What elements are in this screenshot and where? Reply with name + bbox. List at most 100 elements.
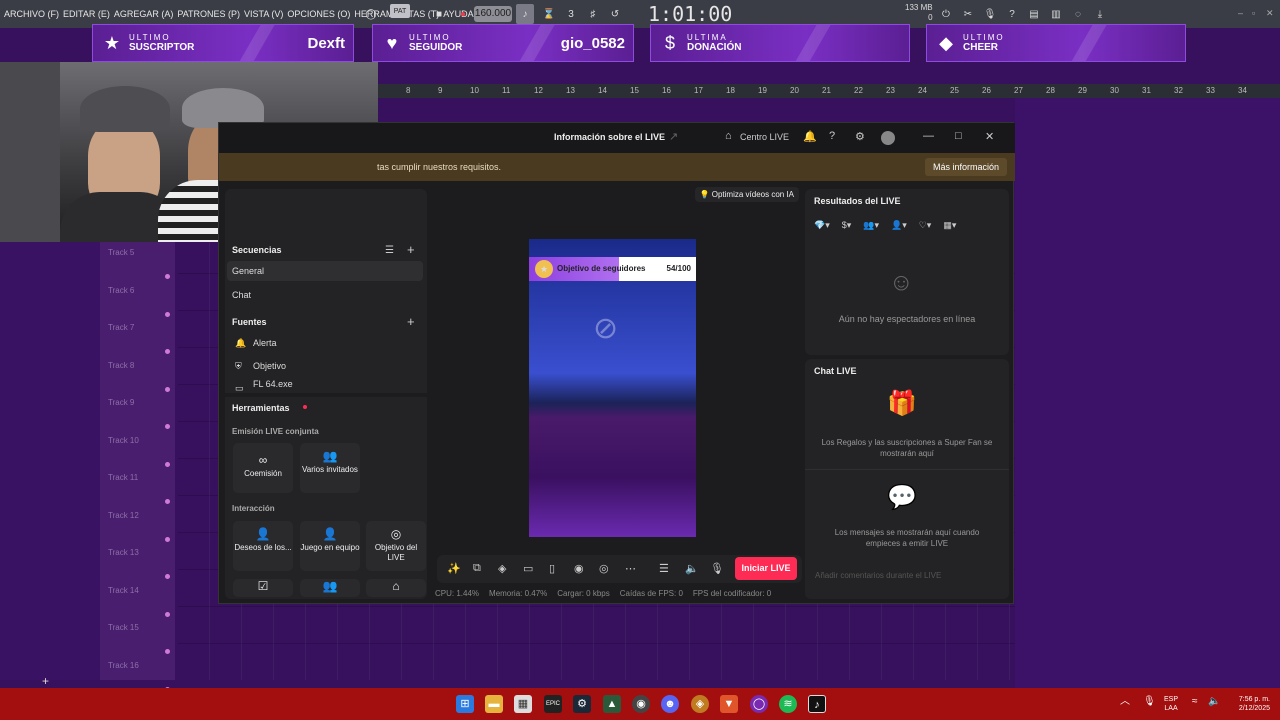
countdown-icon[interactable]: 3 bbox=[562, 4, 580, 24]
heart-icon[interactable]: ♡▾ bbox=[919, 220, 932, 231]
epic-games-icon[interactable]: EPIC bbox=[544, 695, 562, 713]
twitch-icon[interactable]: ◯ bbox=[750, 695, 768, 713]
help-icon[interactable]: ? bbox=[1004, 4, 1020, 24]
more-info-button[interactable]: Más información bbox=[924, 158, 1007, 176]
stop-icon[interactable]: ■ bbox=[432, 4, 446, 24]
volume-icon[interactable]: 🔈 bbox=[1208, 697, 1220, 707]
tool-more-3[interactable]: ⌂ bbox=[366, 579, 426, 597]
track-mute-dot[interactable] bbox=[165, 649, 170, 654]
clock[interactable]: 7:56 p. m. 2/12/2025 bbox=[1226, 695, 1270, 713]
mic-icon[interactable]: 🎙 bbox=[710, 562, 724, 575]
gift-icon[interactable]: ▦▾ bbox=[943, 220, 956, 231]
store-icon[interactable]: ▦ bbox=[514, 695, 532, 713]
effects-icon[interactable]: ◈ bbox=[498, 562, 506, 575]
coin-icon[interactable]: $▾ bbox=[842, 220, 852, 231]
centro-live-link[interactable]: Centro LIVE bbox=[740, 132, 789, 142]
chat-input[interactable]: Añadir comentarios durante el LIVE bbox=[815, 571, 941, 580]
spotify-icon[interactable]: ≋ bbox=[779, 695, 797, 713]
track-label[interactable]: Track 16 bbox=[108, 661, 139, 670]
volume-icon[interactable]: 🔈 bbox=[685, 562, 699, 575]
save-icon[interactable]: ▤ bbox=[1026, 4, 1042, 24]
track-mute-dot[interactable] bbox=[165, 349, 170, 354]
viewers-icon[interactable]: 👥▾ bbox=[863, 220, 879, 231]
avatar[interactable] bbox=[881, 131, 895, 145]
maximize-icon[interactable]: ▫ bbox=[1252, 8, 1255, 18]
source-item-alerta[interactable]: Alerta bbox=[227, 333, 423, 353]
live-goal-button[interactable]: ◎ Objetivo del LIVE bbox=[366, 521, 426, 571]
bell-icon[interactable]: 🔔 bbox=[803, 130, 817, 143]
source-item-objetivo[interactable]: Objetivo bbox=[227, 356, 423, 376]
track-label[interactable]: Track 10 bbox=[108, 436, 139, 445]
minimize-icon[interactable]: — bbox=[923, 130, 934, 142]
track-mute-dot[interactable] bbox=[165, 311, 170, 317]
search-icon[interactable]: ◯ bbox=[362, 4, 380, 24]
wifi-icon[interactable]: ≈ bbox=[1192, 697, 1198, 707]
tray-chevron-icon[interactable]: ︿ bbox=[1120, 697, 1130, 707]
minimize-icon[interactable]: – bbox=[1238, 8, 1243, 18]
pattern-song-toggle[interactable]: PAT bbox=[390, 4, 410, 18]
screen-icon[interactable]: ▭ bbox=[523, 562, 533, 575]
track-label[interactable]: Track 6 bbox=[108, 286, 134, 295]
team-game-button[interactable]: 👤 Juego en equipo bbox=[300, 521, 360, 571]
track-label[interactable]: Track 15 bbox=[108, 623, 139, 632]
sliders-icon[interactable]: ☰ bbox=[659, 562, 669, 575]
track-label[interactable]: Track 9 bbox=[108, 398, 134, 407]
layout-icon[interactable]: ⧉ bbox=[473, 562, 481, 575]
more-icon[interactable]: ⋯ bbox=[625, 562, 636, 575]
track-mute-dot[interactable] bbox=[165, 461, 170, 467]
close-icon[interactable]: ✕ bbox=[985, 130, 994, 143]
browser-icon[interactable]: ▥ bbox=[1048, 4, 1064, 24]
language-indicator[interactable]: ESP LAA bbox=[1164, 695, 1178, 713]
timeline-ruler[interactable]: 8 9 10 11 12 13 14 15 16 17 18 19 20 21 22 23 24 25 26 27 28… bbox=[378, 84, 1280, 98]
list-icon[interactable]: ☰ bbox=[385, 245, 394, 256]
followers-icon[interactable]: 👤▾ bbox=[891, 220, 907, 231]
windows-start-icon[interactable]: ⊞ bbox=[456, 695, 474, 713]
scene-item-chat[interactable]: Chat bbox=[227, 285, 423, 305]
record-icon[interactable]: ◉ bbox=[574, 562, 584, 575]
track-label[interactable]: Track 8 bbox=[108, 361, 134, 370]
track-mute-dot[interactable] bbox=[165, 274, 170, 279]
home-icon[interactable]: ⌂ bbox=[725, 130, 732, 142]
tiktok-icon[interactable]: ♪ bbox=[808, 695, 826, 713]
wait-icon[interactable]: ⌛ bbox=[540, 4, 558, 24]
menu-opciones[interactable]: OPCIONES (O) bbox=[287, 9, 350, 19]
multi-guest-button[interactable]: 👥 Varios invitados bbox=[300, 443, 360, 493]
close-icon[interactable]: ✕ bbox=[1266, 8, 1274, 19]
chat-icon[interactable]: ◌ bbox=[1070, 4, 1086, 24]
cut-icon[interactable]: ✂ bbox=[960, 4, 976, 24]
tool-more-2[interactable]: 👥 bbox=[300, 579, 360, 597]
menu-patrones[interactable]: PATRONES (P) bbox=[177, 9, 240, 19]
track-mute-dot[interactable] bbox=[165, 499, 170, 504]
magic-icon[interactable]: ✨ bbox=[447, 562, 461, 575]
add-scene-icon[interactable]: + bbox=[407, 242, 415, 257]
menu-archivo[interactable]: ARCHIVO (F) bbox=[4, 9, 59, 19]
tool-more-1[interactable]: ☑ bbox=[233, 579, 293, 597]
share-icon[interactable]: ↗ bbox=[669, 130, 678, 143]
track-label[interactable]: Track 12 bbox=[108, 511, 139, 520]
wishes-button[interactable]: 👤 Deseos de los... bbox=[233, 521, 293, 571]
add-source-icon[interactable]: + bbox=[407, 314, 415, 329]
help-icon[interactable]: ? bbox=[829, 130, 835, 142]
source-item-fl64[interactable]: FL 64.exe bbox=[227, 378, 423, 390]
track-mute-dot[interactable] bbox=[165, 536, 170, 542]
add-track-icon[interactable]: + bbox=[42, 674, 49, 688]
track-mute-dot[interactable] bbox=[165, 611, 170, 617]
go-live-button[interactable]: Iniciar LIVE bbox=[735, 557, 797, 580]
record-icon[interactable]: ● bbox=[454, 4, 472, 24]
menu-editar[interactable]: EDITAR (E) bbox=[63, 9, 110, 19]
download-icon[interactable]: ⤓ bbox=[1092, 4, 1108, 24]
loop-record-icon[interactable]: ↺ bbox=[606, 4, 624, 24]
track-label[interactable]: Track 13 bbox=[108, 548, 139, 557]
track-label[interactable]: Track 5 bbox=[108, 248, 134, 257]
bpm-display[interactable]: 160.000 bbox=[474, 6, 512, 22]
obs-icon[interactable]: ◉ bbox=[632, 695, 650, 713]
step-edit-icon[interactable]: ♯ bbox=[584, 4, 602, 24]
track-mute-dot[interactable] bbox=[165, 424, 170, 429]
ai-optimize-button[interactable]: 💡 Optimiza vídeos con IA bbox=[694, 187, 799, 202]
metronome-icon[interactable]: ♪ bbox=[516, 4, 534, 24]
coemision-button[interactable]: ∞ Coemisión bbox=[233, 443, 293, 493]
diamond-icon[interactable]: 💎▾ bbox=[814, 220, 830, 231]
track-label[interactable]: Track 11 bbox=[108, 473, 138, 482]
stream-preview[interactable]: ★ Objetivo de seguidores 54/100 ⊘ bbox=[529, 239, 696, 537]
mic-tray-icon[interactable]: 🎙 bbox=[1143, 697, 1156, 707]
